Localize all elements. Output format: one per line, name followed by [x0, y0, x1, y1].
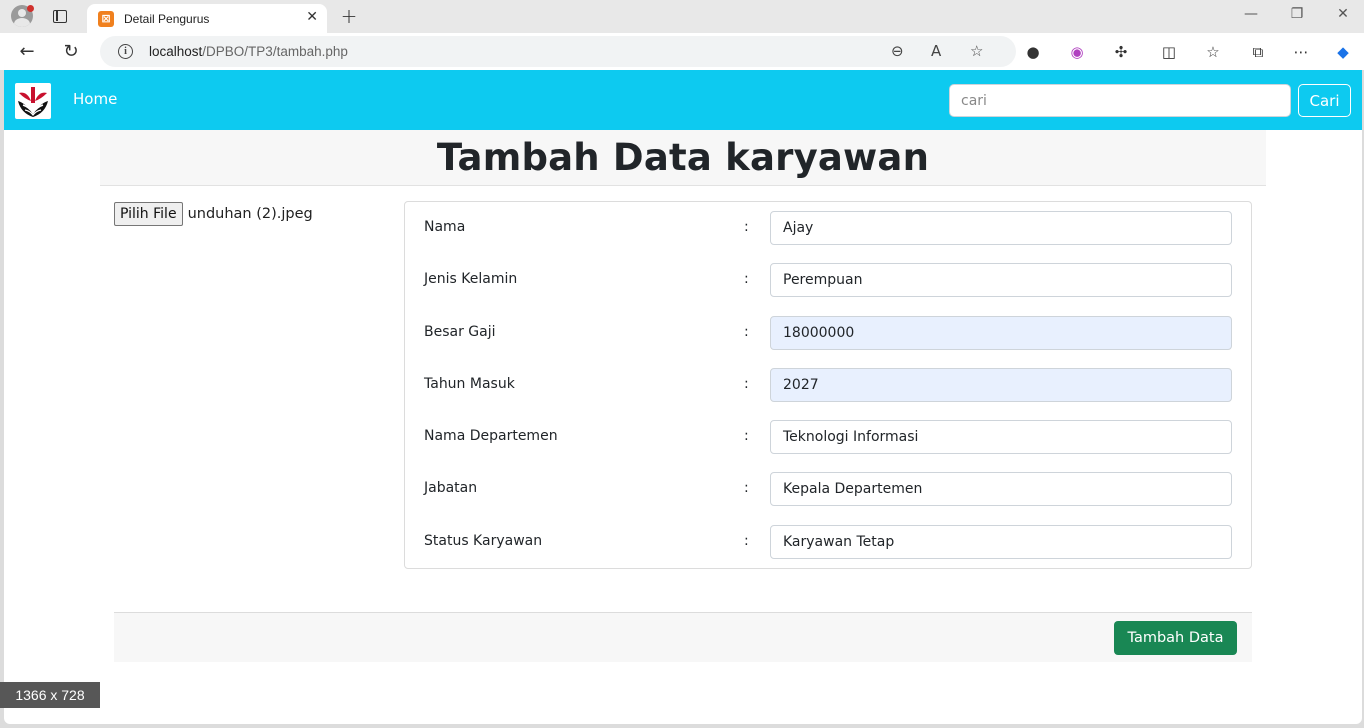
browser-tab[interactable]: ⊠ Detail Pengurus ✕ — [87, 4, 327, 33]
split-screen-icon[interactable]: ◫ — [1158, 41, 1180, 63]
minimize-icon[interactable]: — — [1228, 6, 1274, 22]
form-row-jenis-kelamin: Jenis Kelamin : Perempuan — [405, 263, 1251, 298]
field-colon: : — [744, 376, 749, 392]
nav-home-link[interactable]: Home — [73, 90, 117, 108]
browser-toolbar: ← ↻ i localhost/DPBO/TP3/tambah.php ⊖ A … — [0, 33, 1364, 70]
jabatan-input[interactable]: Kepala Departemen — [770, 472, 1232, 506]
card-header: Tambah Data karyawan — [100, 130, 1266, 186]
tab-title: Detail Pengurus — [124, 11, 210, 26]
file-upload: Pilih File unduhan (2).jpeg — [114, 202, 313, 226]
address-url: localhost/DPBO/TP3/tambah.php — [149, 44, 348, 59]
copilot-icon[interactable]: ◆ — [1332, 41, 1354, 63]
field-colon: : — [744, 480, 749, 496]
page-title: Tambah Data karyawan — [436, 136, 930, 179]
field-colon: : — [744, 533, 749, 549]
employee-form: Nama : Ajay Jenis Kelamin : Perempuan Be… — [404, 201, 1252, 569]
field-label: Nama Departemen — [424, 428, 558, 444]
nama-input[interactable]: Ajay — [770, 211, 1232, 245]
selected-file-name: unduhan (2).jpeg — [187, 206, 313, 222]
form-row-besar-gaji: Besar Gaji : 18000000 — [405, 316, 1251, 351]
jenis-kelamin-input[interactable]: Perempuan — [770, 263, 1232, 297]
favorite-star-icon[interactable]: ☆ — [970, 42, 983, 60]
field-colon: : — [744, 271, 749, 287]
viewport-size-badge: 1366 x 728 — [0, 682, 100, 708]
navbar: Home cari Cari — [4, 70, 1362, 130]
search-button[interactable]: Cari — [1298, 84, 1351, 117]
page-viewport: Home cari Cari Tambah Data karyawan Pili… — [4, 70, 1362, 724]
extensions-icon[interactable]: ✣ — [1110, 41, 1132, 63]
extension-globe-icon[interactable]: ● — [1022, 41, 1044, 63]
university-logo-icon[interactable] — [15, 83, 51, 119]
read-aloud-icon[interactable]: A — [931, 42, 941, 60]
form-row-tahun-masuk: Tahun Masuk : 2027 — [405, 368, 1251, 403]
field-colon: : — [744, 324, 749, 340]
form-row-nama-departemen: Nama Departemen : Teknologi Informasi — [405, 420, 1251, 455]
new-tab-icon[interactable]: + — [336, 4, 362, 28]
xampp-favicon-icon: ⊠ — [98, 10, 114, 27]
zoom-out-icon[interactable]: ⊖ — [891, 42, 904, 60]
form-row-jabatan: Jabatan : Kepala Departemen — [405, 472, 1251, 507]
field-colon: : — [744, 219, 749, 235]
field-label: Tahun Masuk — [424, 376, 515, 392]
form-row-nama: Nama : Ajay — [405, 211, 1251, 246]
besar-gaji-input[interactable]: 18000000 — [770, 316, 1232, 350]
choose-file-button[interactable]: Pilih File — [114, 202, 183, 226]
field-colon: : — [744, 428, 749, 444]
collections-icon[interactable]: ⧉ — [1247, 41, 1269, 63]
window-close-icon[interactable]: ✕ — [1320, 6, 1364, 22]
field-label: Nama — [424, 219, 466, 235]
tab-close-icon[interactable]: ✕ — [306, 9, 318, 25]
tahun-masuk-input[interactable]: 2027 — [770, 368, 1232, 402]
nama-departemen-input[interactable]: Teknologi Informasi — [770, 420, 1232, 454]
tab-actions-icon[interactable] — [47, 4, 73, 28]
site-info-icon[interactable]: i — [118, 44, 133, 59]
browser-tab-bar: ⊠ Detail Pengurus ✕ + — ❐ ✕ — [0, 0, 1364, 33]
add-data-button[interactable]: Tambah Data — [1114, 621, 1237, 655]
search-input[interactable]: cari — [949, 84, 1291, 117]
field-label: Jenis Kelamin — [424, 271, 518, 287]
back-icon[interactable]: ← — [16, 40, 38, 62]
field-label: Jabatan — [424, 480, 478, 496]
reload-icon[interactable]: ↻ — [60, 40, 82, 62]
field-label: Status Karyawan — [424, 533, 543, 549]
favorites-icon[interactable]: ☆ — [1202, 41, 1224, 63]
form-row-status-karyawan: Status Karyawan : Karyawan Tetap — [405, 525, 1251, 560]
profile-avatar-icon[interactable] — [9, 4, 35, 28]
restore-icon[interactable]: ❐ — [1274, 6, 1320, 22]
more-menu-icon[interactable]: ⋯ — [1290, 41, 1312, 63]
status-karyawan-input[interactable]: Karyawan Tetap — [770, 525, 1232, 559]
card-footer: Tambah Data — [114, 612, 1252, 662]
address-bar[interactable]: i localhost/DPBO/TP3/tambah.php ⊖ A ☆ — [100, 36, 1016, 67]
extension-broadcast-icon[interactable]: ◉ — [1066, 41, 1088, 63]
field-label: Besar Gaji — [424, 324, 496, 340]
